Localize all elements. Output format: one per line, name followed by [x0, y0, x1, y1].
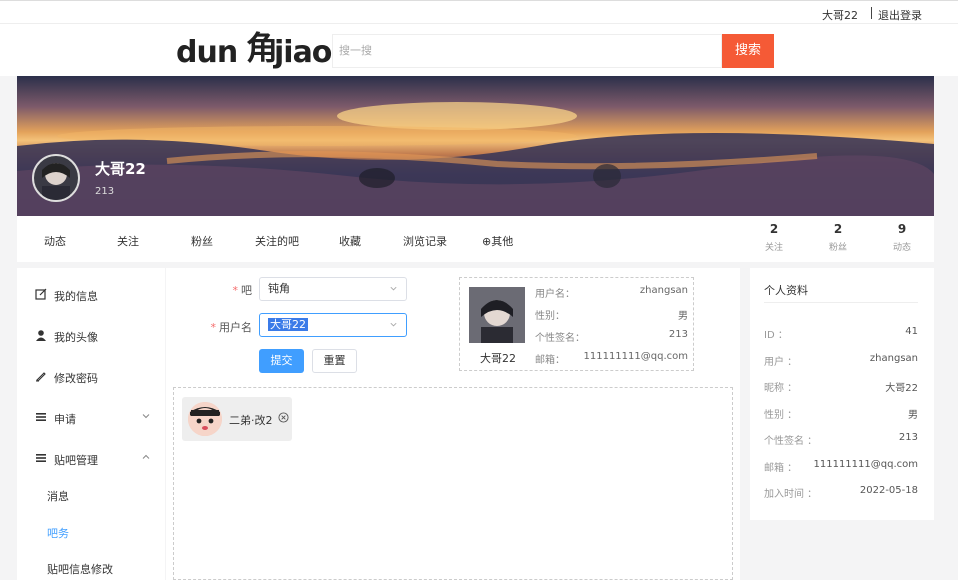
profile-banner: 大哥22 213 — [17, 76, 934, 216]
sidebar: 我的信息 我的头像 修改密码 申请 贴吧管理 消息 吧务 贴吧信息修改 — [17, 268, 165, 580]
chevron-down-icon — [390, 322, 397, 327]
banner-username: 大哥22 — [95, 160, 146, 178]
edit-icon — [35, 288, 47, 300]
sidebar-item-apply[interactable]: 申请 — [17, 403, 165, 433]
user-avatar — [469, 287, 525, 343]
banner-avatar[interactable] — [32, 154, 80, 202]
info-row-email: 邮箱： 111111111@qq.com — [535, 351, 688, 366]
profile-panel: 个人资料 ID ： 41 用户 ： zhangsan 昵称 ：大哥22 性别 ：男 … — [750, 268, 934, 520]
sidebar-subitem-bar-info-edit[interactable]: 贴吧信息修改 — [47, 561, 113, 577]
pencil-icon — [36, 372, 46, 382]
username-select[interactable]: 大哥22 — [259, 313, 407, 337]
logo-text-right: jiao — [274, 35, 332, 70]
chevron-up-icon — [142, 454, 150, 459]
menu-icon — [36, 454, 46, 462]
chevron-down-icon — [390, 286, 397, 291]
profile-row-gender: 性别 ：男 — [764, 410, 918, 421]
stat-fans[interactable]: 2 粉丝 — [818, 222, 858, 253]
search-button[interactable]: 搜索 — [722, 34, 774, 68]
main-panel: * 吧 钝角 * 用户名 大哥22 提交 重置 大哥22 用户名： zhangsan … — [166, 268, 740, 580]
sidebar-subitem-bar-affairs[interactable]: 吧务 — [47, 525, 69, 541]
member-chip[interactable]: 二弟·改2 — [182, 397, 292, 441]
profile-title: 个人资料 — [764, 284, 808, 297]
tab-following[interactable]: 关注 — [117, 233, 139, 249]
reset-button[interactable]: 重置 — [312, 349, 357, 373]
info-row-signature: 个性签名： 213 — [535, 329, 688, 344]
menu-icon — [36, 413, 46, 421]
member-dropzone[interactable]: 二弟·改2 — [173, 387, 733, 580]
stat-activity[interactable]: 9 动态 — [882, 222, 922, 253]
info-row-username: 用户名： zhangsan — [535, 285, 688, 300]
bar-field-label: * 吧 — [232, 284, 253, 297]
sidebar-subitem-messages[interactable]: 消息 — [47, 488, 69, 504]
profile-row-user: 用户 ： zhangsan — [764, 353, 918, 368]
info-row-gender: 性别：男 — [535, 311, 688, 322]
profile-row-signature: 个性签名 ： 213 — [764, 432, 918, 447]
profile-row-nickname: 昵称 ：大哥22 — [764, 383, 918, 394]
tab-other[interactable]: ⊕其他 — [482, 233, 513, 249]
divider — [764, 302, 918, 303]
tab-followed-bars[interactable]: 关注的吧 — [255, 233, 299, 249]
tab-activity[interactable]: 动态 — [44, 233, 66, 249]
sunset-cloud-image — [17, 102, 934, 216]
close-circle-icon[interactable] — [278, 412, 289, 423]
sidebar-item-my-info[interactable]: 我的信息 — [17, 280, 165, 310]
profile-row-id: ID ： 41 — [764, 326, 918, 341]
sidebar-item-bar-management[interactable]: 贴吧管理 — [17, 444, 165, 474]
chevron-down-icon — [142, 414, 150, 419]
user-icon — [36, 330, 46, 341]
site-logo[interactable]: dun 角 jiao — [176, 29, 332, 70]
bar-select[interactable]: 钝角 — [259, 277, 407, 301]
search-input[interactable]: 搜一搜 — [332, 34, 722, 68]
submit-button[interactable]: 提交 — [259, 349, 304, 373]
member-avatar — [188, 402, 222, 436]
logo-glyph: 角 — [246, 29, 279, 67]
member-name: 二弟·改2 — [229, 414, 273, 427]
tab-favorites[interactable]: 收藏 — [339, 233, 361, 249]
tab-history[interactable]: 浏览记录 — [403, 233, 447, 249]
tab-fans[interactable]: 粉丝 — [191, 233, 213, 249]
logout-link[interactable]: 退出登录 — [878, 7, 922, 23]
sidebar-item-my-avatar[interactable]: 我的头像 — [17, 321, 165, 351]
divider — [871, 7, 872, 19]
user-card-name: 大哥22 — [480, 352, 516, 365]
profile-tabs: 动态 关注 粉丝 关注的吧 收藏 浏览记录 ⊕其他 2 关注 2 粉丝 9 动态 — [17, 216, 934, 262]
profile-row-email: 邮箱 ： 111111111@qq.com — [764, 459, 918, 474]
username-field-label: * 用户名 — [210, 321, 253, 334]
top-bar: 大哥22 退出登录 — [0, 0, 958, 24]
logo-text-left: dun — [176, 35, 238, 70]
sidebar-item-change-password[interactable]: 修改密码 — [17, 362, 165, 392]
user-info-card: 大哥22 用户名： zhangsan 性别：男 个性签名： 213 邮箱： 11111… — [459, 277, 694, 371]
banner-signature: 213 — [95, 186, 115, 197]
stat-following[interactable]: 2 关注 — [754, 222, 794, 253]
profile-row-join-date: 加入时间 ： 2022-05-18 — [764, 485, 918, 500]
current-username[interactable]: 大哥22 — [822, 7, 858, 23]
